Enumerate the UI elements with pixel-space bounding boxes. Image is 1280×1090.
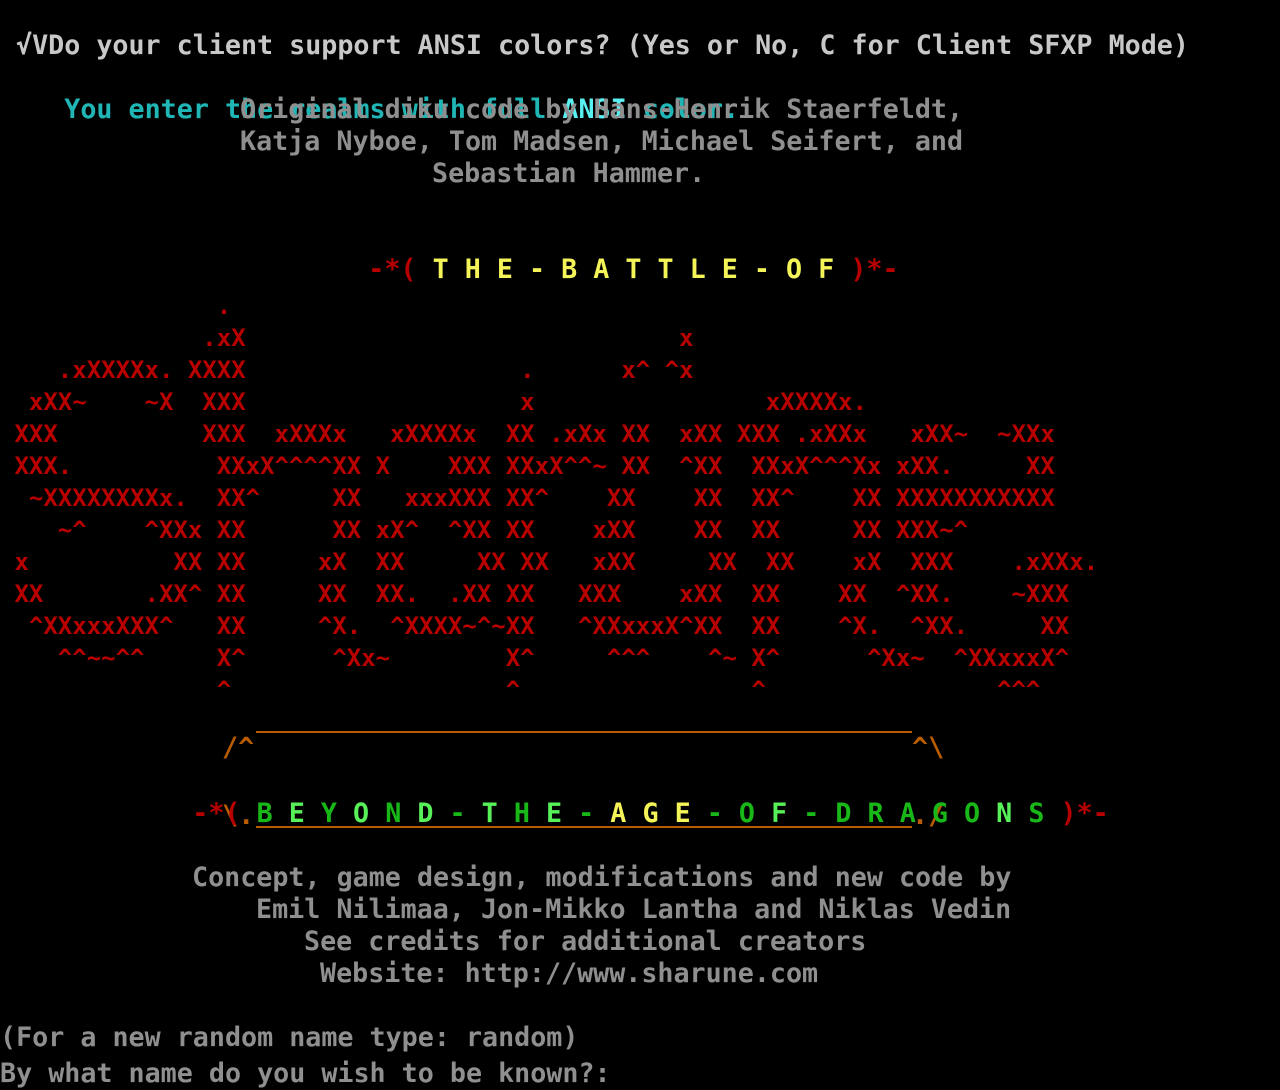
beyond-letter: E (674, 798, 691, 829)
battle-right-deco: )*- (850, 254, 899, 285)
beyond-letter: A (899, 798, 916, 829)
beyond-letter: - (578, 798, 595, 829)
diku-credit-line-2: Katja Nyboe, Tom Madsen, Michael Seifert… (240, 126, 964, 157)
logo-line: XXX XXX xXXXx xXXXXx XX .xXx XX xXX XXX … (0, 420, 1055, 448)
beyond-letter: G (931, 798, 948, 829)
beyond-letter: B (256, 798, 273, 829)
terminal-screen: √VDo your client support ANSI colors? (Y… (0, 0, 1280, 1089)
beyond-letter: N (385, 798, 402, 829)
beyond-letter: O (738, 798, 755, 829)
beyond-letter: N (996, 798, 1013, 829)
beyond-letter: G (642, 798, 659, 829)
beyond-letter: F (771, 798, 788, 829)
banner-left-top-corner: /^ (222, 732, 255, 763)
battle-of-text: T H E - B A T T L E - O F (432, 254, 835, 285)
beyond-letter: - (803, 798, 820, 829)
game-credit-line-1: Concept, game design, modifications and … (192, 862, 1012, 893)
name-prompt-line[interactable]: By what name do you wish to be known?: (0, 1054, 625, 1089)
beyond-letter: Y (320, 798, 337, 829)
beyond-letter: - (706, 798, 723, 829)
beyond-letter: E (545, 798, 563, 829)
logo-line: ^^~~^^ X^ ^Xx~ X^ ^^^ ^~ X^ ^Xx~ ^XXxxxX… (0, 644, 1070, 672)
banner-top-rule (256, 731, 912, 733)
logo-line: ~XXXXXXXXx. XX^ XX xxxXXX XX^ XX XX XX^ … (0, 484, 1055, 512)
logo-line: ^XXxxxXXX^ XX ^X. ^XXXX~^~XX ^XXxxxX^XX … (0, 612, 1070, 640)
beyond-letter: O (964, 798, 981, 829)
beyond-letter: - (449, 798, 466, 829)
website-line: Website: http://www.sharune.com (320, 958, 819, 989)
beyond-letter: H (513, 798, 530, 829)
beyond-left-deco: -*( (192, 798, 241, 829)
logo-line: . (0, 292, 232, 320)
beyond-banner: -*( B E Y O N D - T H E - A G E - O F - … (128, 766, 1108, 829)
game-credit-line-3: See credits for additional creators (304, 926, 867, 957)
logo-line: xXX~ ~X XXX x xXXXXx. (0, 388, 867, 416)
diku-credit-line-3: Sebastian Hammer. (432, 158, 706, 189)
realms-line: You enter the realms with full ANSI colo… (0, 62, 739, 125)
battle-left-deco: -*( (368, 254, 417, 285)
logo-line: x XX XX xX XX XX XX xXX XX XX xX XXX .xX… (0, 548, 1099, 576)
logo-line: ^ ^ ^ ^^^ (0, 676, 1041, 704)
diku-credit-line-1: Original diku code by Hans-Henrik Staerf… (240, 94, 964, 125)
logo-line: .xXXXXx. XXXX . x^ ^x (0, 356, 694, 384)
ansi-question-line: √VDo your client support ANSI colors? (Y… (16, 30, 1189, 61)
input-cursor[interactable] (610, 1054, 625, 1082)
battle-of-banner: -*( T H E - B A T T L E - O F )*- (304, 222, 898, 285)
name-prompt-text: By what name do you wish to be known?: (0, 1058, 611, 1089)
banner-right-top-corner: ^\ (912, 732, 945, 763)
beyond-letter: R (867, 798, 884, 829)
game-credit-line-2: Emil Nilimaa, Jon-Mikko Lantha and Nikla… (256, 894, 1012, 925)
beyond-letter: E (288, 798, 305, 829)
beyond-letter: T (481, 798, 498, 829)
beyond-letter: O (353, 798, 370, 829)
logo-line: .xX x (0, 324, 694, 352)
logo-line: XXX. XXxX^^^^XX X XXX XXxX^^~ XX ^XX XXx… (0, 452, 1055, 480)
logo-line: ~^ ^XXx XX XX xX^ ^XX XX xXX XX XX XX XX… (0, 516, 969, 544)
beyond-letter: D (417, 798, 434, 829)
logo-line: XX .XX^ XX XX XX. .XX XX XXX xXX XX XX ^… (0, 580, 1070, 608)
beyond-right-deco: )*- (1060, 798, 1109, 829)
beyond-text: B E Y O N D - T H E - A G E - O F - D R … (240, 798, 1060, 829)
random-name-hint: (For a new random name type: random) (0, 1022, 579, 1053)
beyond-letter: S (1028, 798, 1045, 829)
beyond-letter: A (610, 798, 627, 829)
beyond-letter: D (835, 798, 852, 829)
